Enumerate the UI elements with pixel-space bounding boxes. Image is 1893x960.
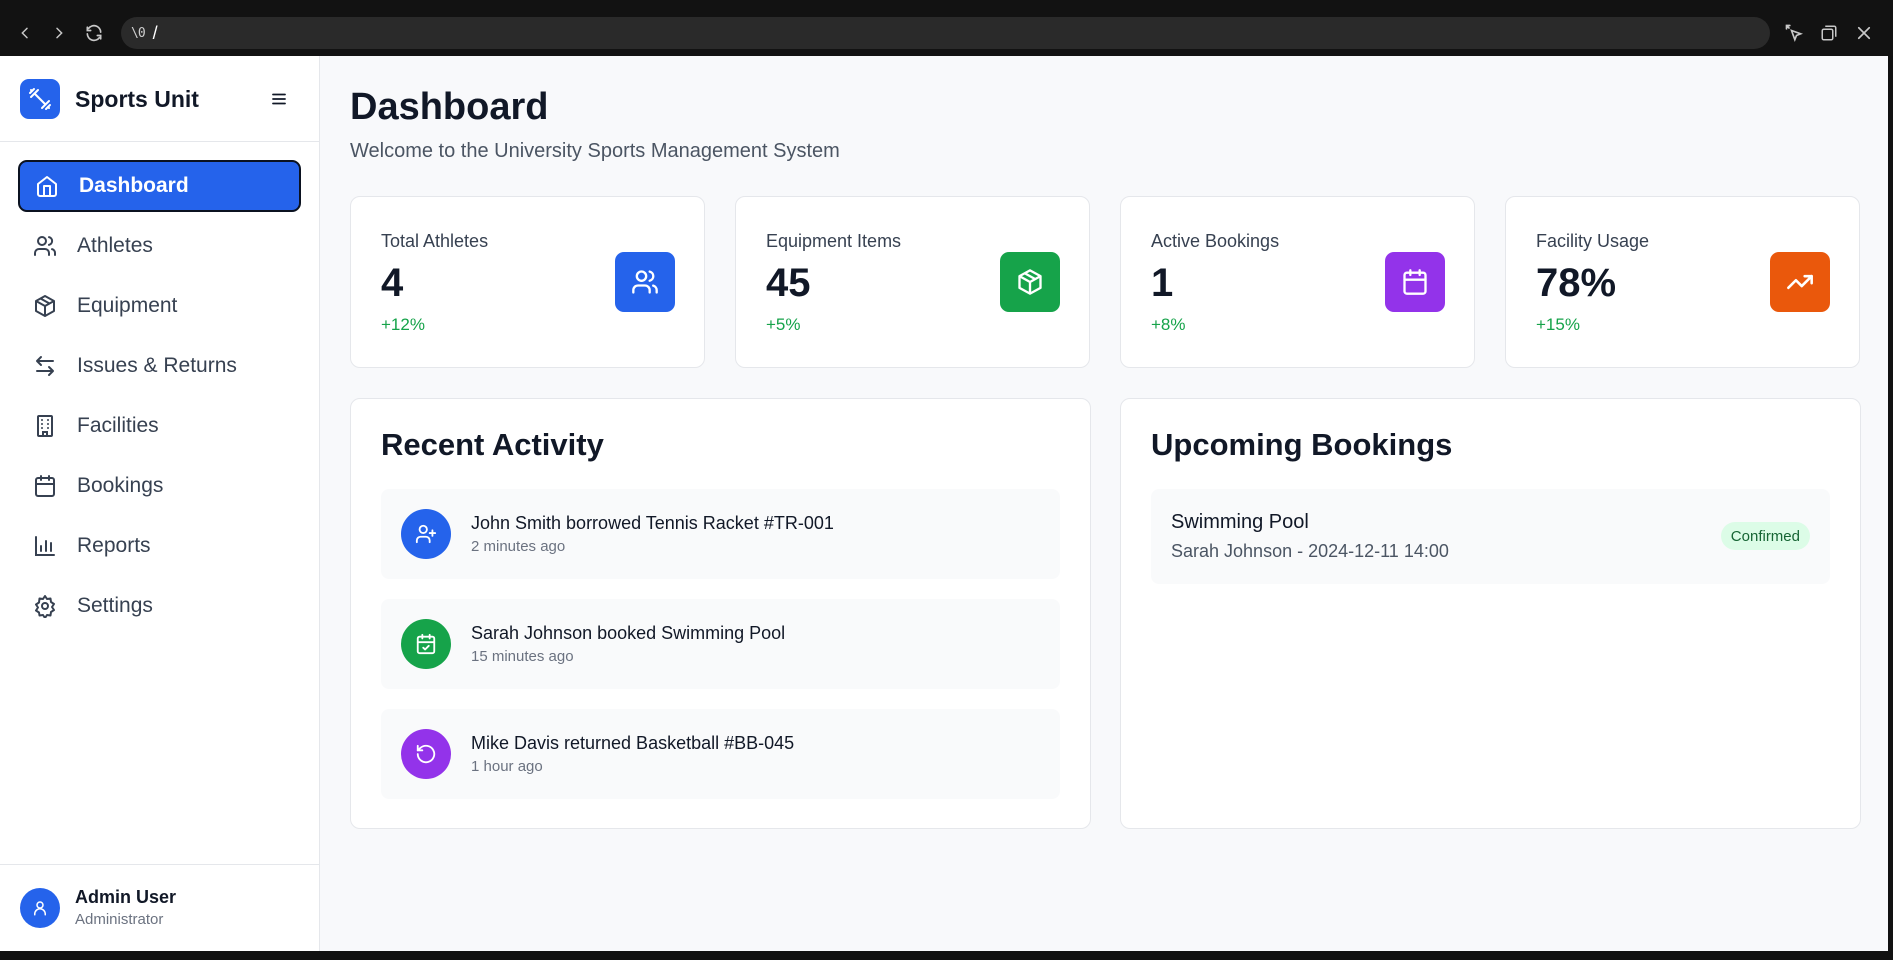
building-icon: [33, 414, 57, 438]
package-icon: [33, 294, 57, 318]
activity-time: 15 minutes ago: [471, 648, 574, 665]
sidebar-nav: Dashboard Athletes Equipment Issues & Re…: [18, 160, 301, 640]
select-element-button[interactable]: [1779, 18, 1809, 48]
user-profile[interactable]: Admin User Administrator: [0, 864, 319, 951]
stat-change: +8%: [1151, 315, 1186, 334]
stat-label: Facility Usage: [1536, 231, 1650, 251]
booking-details: Sarah Johnson - 2024-12-11 14:00: [1171, 541, 1449, 561]
cursor-select-icon: [1785, 24, 1804, 43]
sidebar-item-label: Issues & Returns: [77, 354, 237, 377]
gear-icon: [33, 594, 57, 618]
package-icon: [1000, 252, 1060, 312]
sidebar-item-bookings[interactable]: Bookings: [18, 460, 301, 512]
activity-text: Mike Davis returned Basketball #BB-045: [471, 733, 795, 753]
arrows-swap-icon: [33, 354, 57, 378]
activity-time: 2 minutes ago: [471, 538, 566, 555]
list-item: Mike Davis returned Basketball #BB-045 1…: [381, 709, 1060, 799]
chevron-right-icon: [56, 27, 63, 39]
stat-label: Equipment Items: [766, 231, 902, 251]
home-icon: [35, 174, 59, 198]
sidebar-item-facilities[interactable]: Facilities: [18, 400, 301, 452]
stat-change: +12%: [381, 315, 425, 334]
user-role: Administrator: [75, 911, 164, 928]
booking-facility: Swimming Pool: [1171, 511, 1309, 533]
stat-change: +15%: [1536, 315, 1580, 334]
main-content: Dashboard Welcome to the University Spor…: [320, 56, 1888, 951]
panel-title: Recent Activity: [381, 427, 604, 462]
list-item: Sarah Johnson booked Swimming Pool 15 mi…: [381, 599, 1060, 689]
stat-label: Total Athletes: [381, 231, 489, 251]
dumbbell-logo-icon: [20, 79, 60, 119]
reload-button[interactable]: [79, 18, 109, 48]
stat-card-total-athletes: Total Athletes 4 +12%: [350, 196, 705, 368]
close-button[interactable]: [1849, 18, 1879, 48]
sidebar-item-label: Equipment: [77, 294, 178, 317]
activity-time: 1 hour ago: [471, 758, 543, 775]
calendar-check-icon: [401, 619, 451, 669]
url-text: /: [152, 22, 158, 43]
users-icon: [33, 234, 57, 258]
stat-change: +5%: [766, 315, 801, 334]
sidebar-item-athletes[interactable]: Athletes: [18, 220, 301, 272]
page-title: Dashboard: [350, 86, 549, 128]
chevron-left-icon: [21, 27, 28, 39]
sidebar-item-label: Dashboard: [79, 174, 189, 197]
sidebar-item-label: Settings: [77, 594, 153, 617]
sidebar: Sports Unit Dashboard Athletes Equipment…: [0, 56, 320, 951]
sidebar-item-settings[interactable]: Settings: [18, 580, 301, 632]
sidebar-item-equipment[interactable]: Equipment: [18, 280, 301, 332]
recent-activity-panel: Recent Activity John Smith borrowed Tenn…: [350, 398, 1091, 829]
user-name: Admin User: [75, 887, 177, 907]
stat-value: 45: [766, 261, 811, 305]
stat-value: 78%: [1536, 261, 1617, 305]
activity-text: John Smith borrowed Tennis Racket #TR-00…: [471, 513, 834, 533]
sidebar-item-label: Bookings: [77, 474, 164, 497]
calendar-icon: [33, 474, 57, 498]
user-icon: [34, 901, 46, 916]
brand-header: Sports Unit: [0, 56, 319, 142]
menu-toggle-button[interactable]: [266, 86, 292, 112]
site-info-icon: \0: [131, 25, 146, 41]
trending-up-icon: [1770, 252, 1830, 312]
sidebar-item-label: Reports: [77, 534, 151, 557]
stat-value: 4: [381, 261, 404, 305]
status-badge: Confirmed: [1720, 522, 1810, 550]
app-name: Sports Unit: [75, 86, 199, 112]
stat-card-active-bookings: Active Bookings 1 +8%: [1120, 196, 1475, 368]
users-icon: [615, 252, 675, 312]
stat-card-equipment-items: Equipment Items 45 +5%: [735, 196, 1090, 368]
list-item: John Smith borrowed Tennis Racket #TR-00…: [381, 489, 1060, 579]
stat-value: 1: [1151, 261, 1174, 305]
app-window: Sports Unit Dashboard Athletes Equipment…: [0, 56, 1888, 951]
calendar-icon: [1385, 252, 1445, 312]
popout-button[interactable]: [1814, 18, 1844, 48]
panel-title: Upcoming Bookings: [1151, 427, 1453, 462]
stat-label: Active Bookings: [1151, 231, 1280, 251]
bar-chart-icon: [33, 534, 57, 558]
activity-text: Sarah Johnson booked Swimming Pool: [471, 623, 786, 643]
sidebar-item-reports[interactable]: Reports: [18, 520, 301, 572]
sidebar-item-issues-returns[interactable]: Issues & Returns: [18, 340, 301, 392]
rotate-ccw-icon: [401, 729, 451, 779]
list-item[interactable]: Swimming Pool Sarah Johnson - 2024-12-11…: [1151, 489, 1830, 584]
menu-icon: [272, 93, 286, 105]
back-button[interactable]: [10, 18, 40, 48]
avatar: [20, 888, 60, 928]
forward-button[interactable]: [44, 18, 74, 48]
window-copy-icon: [1821, 25, 1837, 41]
sidebar-item-dashboard[interactable]: Dashboard: [18, 160, 301, 212]
sidebar-item-label: Athletes: [77, 234, 153, 257]
user-plus-icon: [401, 509, 451, 559]
page-subtitle: Welcome to the University Sports Managem…: [350, 140, 840, 162]
browser-toolbar: \0 /: [0, 0, 1893, 56]
address-bar[interactable]: \0 /: [121, 17, 1770, 49]
upcoming-bookings-panel: Upcoming Bookings Swimming Pool Sarah Jo…: [1120, 398, 1861, 829]
reload-icon: [86, 24, 102, 42]
close-icon: [1857, 26, 1871, 40]
sidebar-item-label: Facilities: [77, 414, 159, 437]
stat-card-facility-usage: Facility Usage 78% +15%: [1505, 196, 1860, 368]
